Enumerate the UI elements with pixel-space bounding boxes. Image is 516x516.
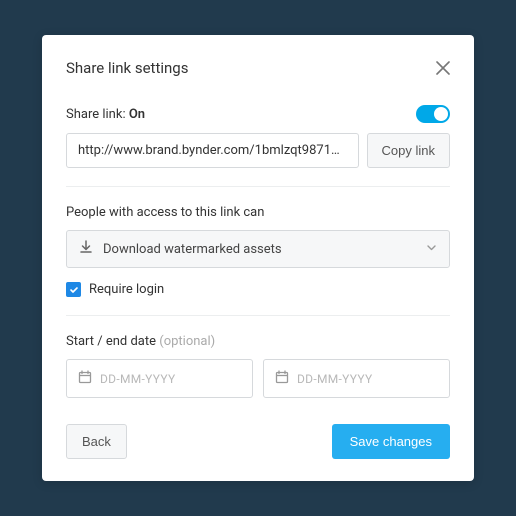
date-label-text: Start / end date bbox=[66, 334, 156, 349]
share-link-toggle-row: Share link: On bbox=[66, 105, 450, 123]
require-login-row: Require login bbox=[66, 282, 450, 297]
end-date-input[interactable]: DD-MM-YYYY bbox=[263, 359, 450, 398]
share-link-label-text: Share link: bbox=[66, 107, 126, 122]
date-optional-text: (optional) bbox=[159, 334, 215, 349]
end-date-placeholder: DD-MM-YYYY bbox=[297, 372, 372, 386]
date-row: DD-MM-YYYY DD-MM-YYYY bbox=[66, 359, 450, 398]
modal-title: Share link settings bbox=[66, 59, 188, 77]
start-date-input[interactable]: DD-MM-YYYY bbox=[66, 359, 253, 398]
copy-link-button[interactable]: Copy link bbox=[367, 133, 450, 168]
date-section-label: Start / end date (optional) bbox=[66, 334, 450, 349]
access-select-value: Download watermarked assets bbox=[103, 242, 282, 257]
share-link-toggle[interactable] bbox=[416, 105, 450, 123]
share-link-label: Share link: On bbox=[66, 107, 145, 122]
share-url-row: http://www.brand.bynder.com/1bmlzqt9871…… bbox=[66, 133, 450, 168]
download-icon bbox=[79, 240, 93, 258]
modal-footer: Back Save changes bbox=[66, 424, 450, 459]
share-link-status: On bbox=[129, 107, 145, 122]
access-label: People with access to this link can bbox=[66, 205, 450, 220]
chevron-down-icon bbox=[426, 242, 437, 257]
save-changes-button[interactable]: Save changes bbox=[332, 424, 450, 459]
require-login-label: Require login bbox=[89, 282, 164, 297]
modal-header: Share link settings bbox=[66, 59, 450, 77]
divider bbox=[66, 315, 450, 316]
access-select[interactable]: Download watermarked assets bbox=[66, 230, 450, 268]
start-date-placeholder: DD-MM-YYYY bbox=[100, 372, 175, 386]
calendar-icon bbox=[78, 369, 92, 388]
share-url-input[interactable]: http://www.brand.bynder.com/1bmlzqt9871… bbox=[66, 133, 359, 168]
share-link-settings-modal: Share link settings Share link: On http:… bbox=[42, 35, 474, 481]
close-icon[interactable] bbox=[436, 61, 450, 75]
calendar-icon bbox=[275, 369, 289, 388]
access-select-content: Download watermarked assets bbox=[79, 240, 282, 258]
back-button[interactable]: Back bbox=[66, 424, 127, 459]
require-login-checkbox[interactable] bbox=[66, 282, 81, 297]
divider bbox=[66, 186, 450, 187]
